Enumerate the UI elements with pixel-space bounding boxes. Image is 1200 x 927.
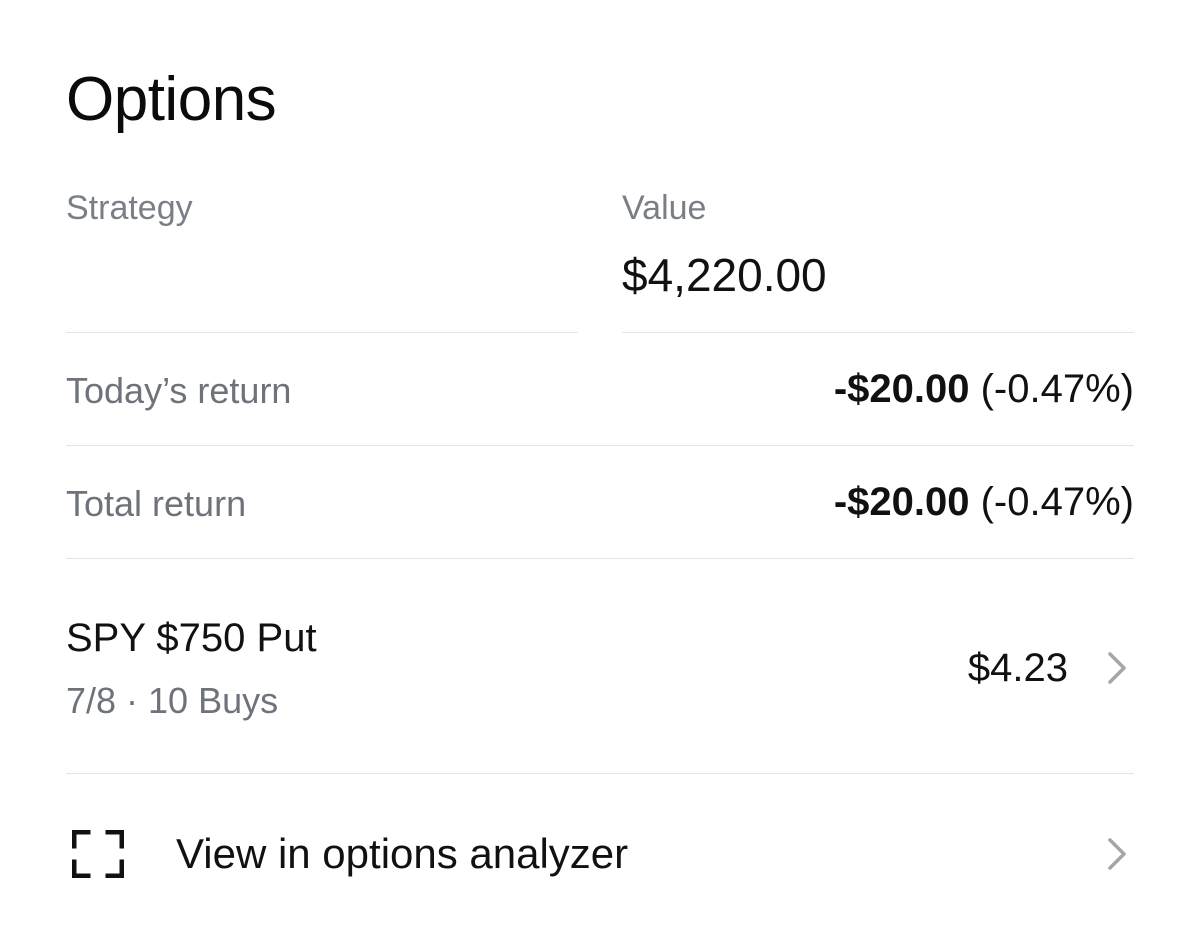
todays-return-amount: -$20.00 xyxy=(833,367,970,411)
todays-return-percent: (-0.47%) xyxy=(980,367,1134,411)
divider-strategy xyxy=(66,332,578,333)
position-name: SPY $750 Put xyxy=(66,616,317,660)
chevron-right-icon[interactable] xyxy=(1098,834,1138,874)
total-return-value: -$20.00 (-0.47%) xyxy=(834,479,1134,525)
options-analyzer-label: View in options analyzer xyxy=(176,830,629,877)
position-detail: 7/8 · 10 Buys xyxy=(66,680,279,721)
page-title: Options xyxy=(66,65,277,134)
divider-position xyxy=(66,773,1134,774)
position-price: $4.23 xyxy=(967,646,1068,690)
strategy-label: Strategy xyxy=(66,189,193,227)
total-return-percent: (-0.47%) xyxy=(980,480,1134,524)
divider-todays-return xyxy=(66,445,1134,446)
value-amount: $4,220.00 xyxy=(622,249,827,301)
divider-total-return xyxy=(66,558,1134,559)
divider-value xyxy=(622,332,1134,333)
chevron-right-icon[interactable] xyxy=(1098,648,1138,688)
todays-return-value: -$20.00 (-0.47%) xyxy=(834,366,1134,412)
total-return-label: Total return xyxy=(66,483,247,524)
todays-return-label: Today’s return xyxy=(66,370,292,411)
value-label: Value xyxy=(622,189,707,227)
expand-corners-icon xyxy=(72,830,124,878)
total-return-amount: -$20.00 xyxy=(833,480,970,524)
